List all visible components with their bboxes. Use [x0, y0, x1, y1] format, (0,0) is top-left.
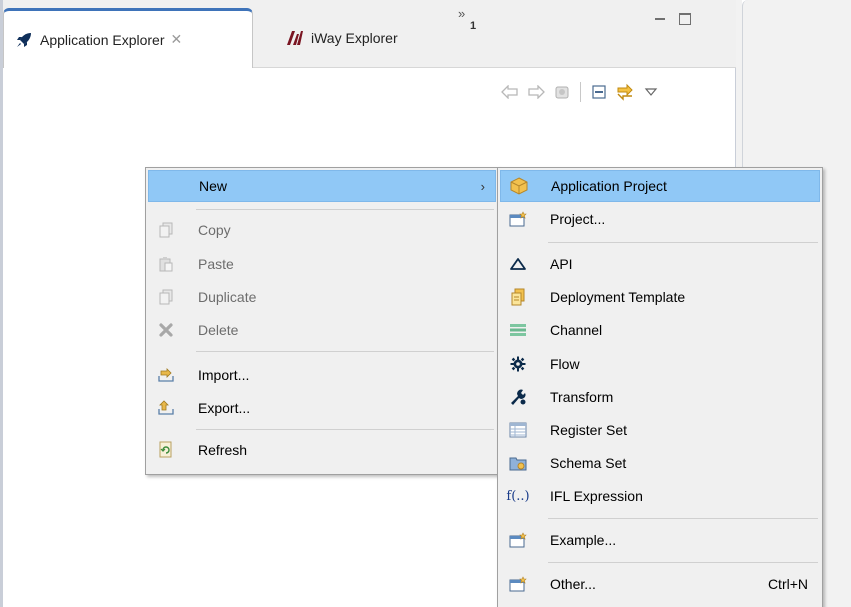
export-icon: [156, 398, 176, 418]
menu-item-label: Schema Set: [550, 455, 627, 471]
menu-item-flow[interactable]: Flow: [500, 348, 820, 380]
menu-item-label: Copy: [198, 222, 231, 238]
link-with-editor-icon[interactable]: [615, 82, 635, 102]
tab-label: Application Explorer: [40, 31, 165, 48]
menu-item-delete[interactable]: Delete: [148, 314, 496, 346]
menu-item-label: Transform: [550, 389, 614, 405]
menu-item-copy[interactable]: Copy: [148, 214, 496, 246]
menu-item-other[interactable]: Other... Ctrl+N: [500, 568, 820, 600]
menu-item-refresh[interactable]: Refresh: [148, 434, 496, 466]
new-wizard-icon: [508, 574, 528, 594]
new-example-icon: [508, 530, 528, 550]
menu-separator: [548, 562, 818, 563]
delete-icon: [156, 320, 176, 340]
cloud-icon: [508, 254, 528, 274]
menu-separator: [196, 351, 494, 352]
menu-item-label: Paste: [198, 256, 234, 272]
menu-item-new[interactable]: New ›: [148, 170, 496, 202]
deployment-template-icon: [508, 287, 528, 307]
function-icon: f(..): [506, 488, 530, 504]
menu-item-label: Duplicate: [198, 289, 257, 305]
channel-icon: [508, 320, 528, 340]
view-tab-bar: Application Explorer ✕ iWay Explorer » 1: [3, 0, 736, 68]
chevron-double-right-icon[interactable]: »: [458, 6, 465, 21]
rocket-icon: [14, 30, 34, 50]
menu-item-label: New: [199, 178, 228, 194]
menu-item-example[interactable]: Example...: [500, 524, 820, 556]
menu-item-label: Example...: [550, 532, 617, 548]
duplicate-icon: [156, 287, 176, 307]
menu-item-paste[interactable]: Paste: [148, 248, 496, 280]
keyboard-shortcut: Ctrl+N: [767, 576, 808, 592]
menu-item-label: Export...: [198, 400, 251, 416]
menu-item-channel[interactable]: Channel: [500, 314, 820, 346]
new-project-icon: [508, 209, 528, 229]
forward-arrow-icon[interactable]: [526, 82, 546, 102]
tab-label: iWay Explorer: [311, 30, 398, 46]
menu-item-label: Refresh: [198, 442, 248, 458]
menu-separator: [548, 242, 818, 243]
menu-item-register-set[interactable]: Register Set: [500, 414, 820, 446]
menu-item-label: Register Set: [550, 422, 628, 438]
menu-item-schema-set[interactable]: Schema Set: [500, 447, 820, 479]
menu-item-duplicate[interactable]: Duplicate: [148, 281, 496, 313]
gear-icon: [508, 354, 528, 374]
menu-item-import[interactable]: Import...: [148, 359, 496, 391]
paste-icon: [156, 254, 176, 274]
view-menu-icon[interactable]: [641, 82, 661, 102]
menu-item-application-project[interactable]: Application Project: [500, 170, 820, 202]
menu-item-transform[interactable]: Transform: [500, 381, 820, 413]
overflow-count: 1: [470, 20, 477, 32]
menu-item-label: Import...: [198, 367, 250, 383]
copy-icon: [156, 220, 176, 240]
back-arrow-icon[interactable]: [500, 82, 520, 102]
close-icon[interactable]: ✕: [171, 31, 183, 48]
menu-item-label: API: [550, 256, 573, 272]
menu-item-label: Other...: [550, 576, 596, 592]
menu-item-export[interactable]: Export...: [148, 392, 496, 424]
iway-logo-icon: [285, 28, 305, 48]
menu-item-label: IFL Expression: [550, 488, 643, 504]
table-icon: [508, 420, 528, 440]
menu-separator: [196, 429, 494, 430]
new-submenu: Application Project Project... API Deplo…: [497, 167, 823, 607]
menu-item-label: Application Project: [551, 178, 667, 194]
menu-item-deployment-template[interactable]: Deployment Template: [500, 281, 820, 313]
home-icon[interactable]: [552, 82, 572, 102]
maximize-button[interactable]: [679, 13, 691, 25]
window-frame: Application Explorer ✕ iWay Explorer » 1: [0, 0, 851, 607]
chevron-right-icon: ›: [480, 178, 485, 194]
menu-item-label: Delete: [198, 322, 239, 338]
minimize-button[interactable]: [654, 14, 667, 26]
import-icon: [156, 365, 176, 385]
menu-separator: [196, 209, 494, 210]
application-project-icon: [509, 176, 529, 196]
menu-item-ifl-expression[interactable]: f(..) IFL Expression: [500, 480, 820, 512]
refresh-icon: [156, 440, 176, 460]
wrench-icon: [508, 387, 528, 407]
context-menu: New › Copy Paste Duplicate Delete Import…: [145, 167, 499, 475]
view-toolbar: [500, 80, 661, 104]
menu-separator: [548, 518, 818, 519]
menu-item-label: Flow: [550, 356, 580, 372]
tab-iway-explorer[interactable]: iWay Explorer: [275, 8, 455, 68]
schema-set-icon: [508, 453, 528, 473]
menu-item-label: Deployment Template: [550, 289, 686, 305]
collapse-all-icon[interactable]: [589, 82, 609, 102]
menu-item-api[interactable]: API: [500, 248, 820, 280]
menu-item-label: Project...: [550, 211, 606, 227]
menu-item-label: Channel: [550, 322, 603, 338]
tab-application-explorer[interactable]: Application Explorer ✕: [3, 8, 253, 68]
toolbar-separator: [580, 82, 581, 102]
menu-item-project[interactable]: Project...: [500, 203, 820, 235]
